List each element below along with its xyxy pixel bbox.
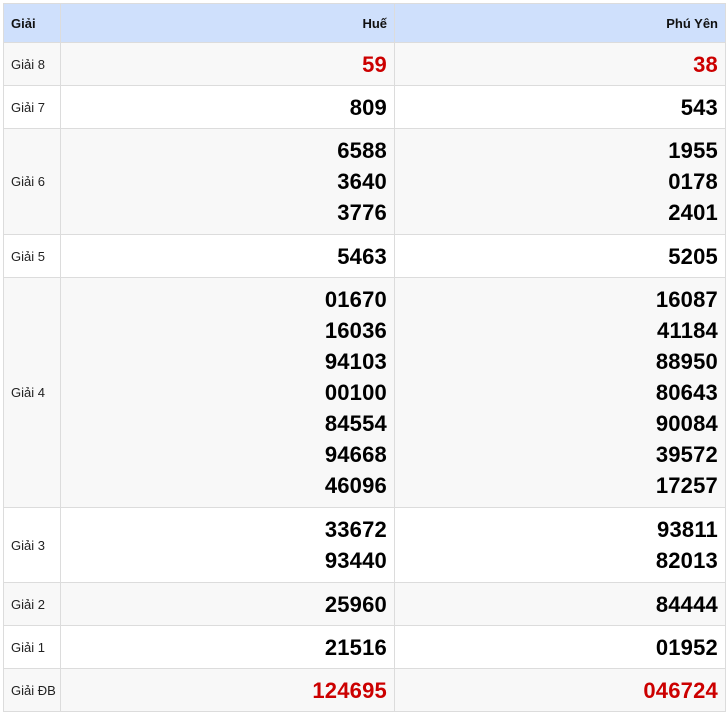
- row-giai-1: Giải 1 21516 01952: [3, 625, 726, 669]
- result-number: 21516: [324, 634, 387, 660]
- jackpot-number: 124695: [312, 677, 387, 703]
- result-number: 94103: [324, 349, 387, 374]
- result-number: 5463: [337, 243, 387, 269]
- result-number: 01952: [655, 634, 718, 660]
- hue-numbers: 21516: [60, 625, 395, 669]
- hue-numbers: 124695: [60, 668, 395, 712]
- row-giai-6: Giải 6 6588 3640 3776 1955 0178 2401: [3, 128, 726, 235]
- result-number: 80643: [655, 380, 718, 405]
- header-prize-label: Giải: [3, 3, 61, 43]
- phu-yen-numbers: 543: [394, 85, 726, 129]
- phu-yen-numbers: 01952: [394, 625, 726, 669]
- result-number: 94668: [324, 442, 387, 467]
- row-giai-7: Giải 7 809 543: [3, 85, 726, 129]
- result-number: 33672: [324, 517, 387, 542]
- prize-label: Giải 5: [3, 234, 61, 278]
- phu-yen-numbers: 5205: [394, 234, 726, 278]
- result-number: 16087: [655, 287, 718, 312]
- prize-label: Giải ĐB: [3, 668, 61, 712]
- prize-label: Giải 7: [3, 85, 61, 129]
- result-number: 1955: [668, 138, 718, 163]
- result-number: 3776: [337, 200, 387, 225]
- jackpot-number: 046724: [643, 677, 718, 703]
- hue-numbers: 59: [60, 42, 395, 86]
- result-number: 6588: [337, 138, 387, 163]
- result-number: 809: [349, 94, 387, 120]
- hue-numbers: 5463: [60, 234, 395, 278]
- result-number: 46096: [324, 473, 387, 498]
- phu-yen-numbers: 84444: [394, 582, 726, 626]
- result-number: 3640: [337, 169, 387, 194]
- result-number: 41184: [657, 318, 718, 343]
- result-number: 82013: [655, 548, 718, 573]
- hue-numbers: 33672 93440: [60, 507, 395, 583]
- row-giai-3: Giải 3 33672 93440 93811 82013: [3, 507, 726, 583]
- table-header-row: Giải Huế Phú Yên: [3, 3, 726, 43]
- result-number: 0178: [668, 169, 718, 194]
- hue-numbers: 809: [60, 85, 395, 129]
- result-number: 2401: [668, 200, 718, 225]
- phu-yen-numbers: 1955 0178 2401: [394, 128, 726, 235]
- prize-label: Giải 1: [3, 625, 61, 669]
- prize-label: Giải 6: [3, 128, 61, 235]
- row-giai-dac-biet: Giải ĐB 124695 046724: [3, 668, 726, 712]
- result-number: 93811: [657, 517, 718, 542]
- header-province-phu-yen[interactable]: Phú Yên: [394, 3, 726, 43]
- result-number: 59: [362, 51, 387, 77]
- result-number: 93440: [324, 548, 387, 573]
- result-number: 543: [680, 94, 718, 120]
- result-number: 38: [693, 51, 718, 77]
- phu-yen-numbers: 046724: [394, 668, 726, 712]
- prize-label: Giải 4: [3, 277, 61, 508]
- phu-yen-numbers: 93811 82013: [394, 507, 726, 583]
- prize-label: Giải 2: [3, 582, 61, 626]
- prize-label: Giải 3: [3, 507, 61, 583]
- header-province-hue[interactable]: Huế: [60, 3, 395, 43]
- result-number: 01670: [324, 287, 387, 312]
- phu-yen-numbers: 38: [394, 42, 726, 86]
- row-giai-4: Giải 4 01670 16036 94103 00100 84554 946…: [3, 277, 726, 508]
- result-number: 88950: [655, 349, 718, 374]
- row-giai-2: Giải 2 25960 84444: [3, 582, 726, 626]
- result-number: 25960: [324, 591, 387, 617]
- result-number: 84554: [324, 411, 387, 436]
- hue-numbers: 6588 3640 3776: [60, 128, 395, 235]
- lottery-results-table: Giải Huế Phú Yên Giải 8 59 38 Giải 7 809…: [3, 3, 726, 712]
- result-number: 17257: [655, 473, 718, 498]
- result-number: 16036: [324, 318, 387, 343]
- result-number: 5205: [668, 243, 718, 269]
- result-number: 00100: [324, 380, 387, 405]
- hue-numbers: 01670 16036 94103 00100 84554 94668 4609…: [60, 277, 395, 508]
- result-number: 90084: [655, 411, 718, 436]
- phu-yen-numbers: 16087 41184 88950 80643 90084 39572 1725…: [394, 277, 726, 508]
- hue-numbers: 25960: [60, 582, 395, 626]
- result-number: 39572: [655, 442, 718, 467]
- result-number: 84444: [655, 591, 718, 617]
- prize-label: Giải 8: [3, 42, 61, 86]
- row-giai-8: Giải 8 59 38: [3, 42, 726, 86]
- row-giai-5: Giải 5 5463 5205: [3, 234, 726, 278]
